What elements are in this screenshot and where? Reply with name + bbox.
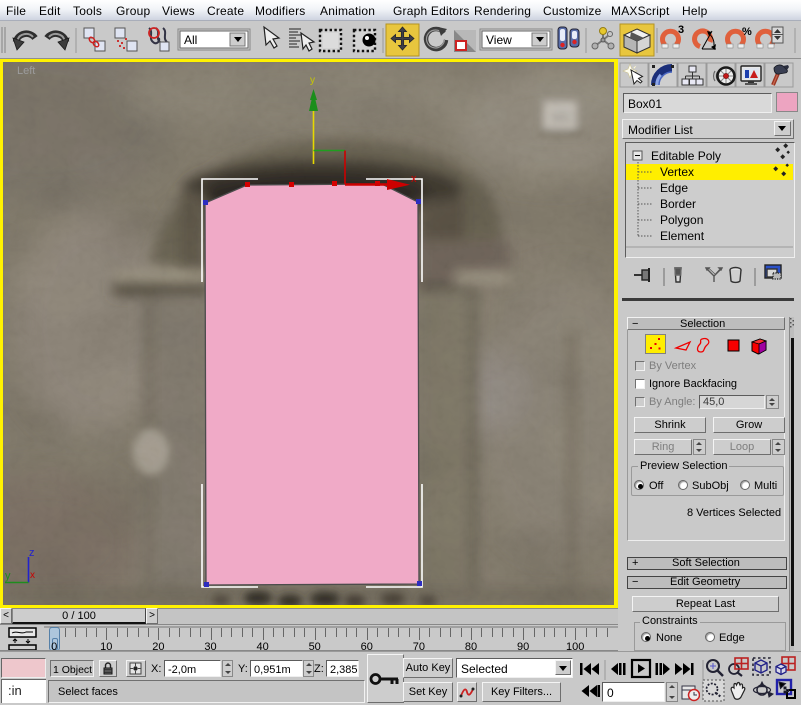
svg-text:z: z [29, 547, 35, 559]
svg-text:y: y [310, 75, 315, 86]
svg-text:x: x [411, 173, 417, 185]
svg-text:y: y [5, 570, 11, 582]
svg-text:Border: Border [660, 197, 696, 211]
svg-text:Editable Poly: Editable Poly [651, 149, 721, 163]
svg-text:View: View [486, 33, 512, 47]
svg-text:Polygon: Polygon [660, 213, 703, 227]
svg-text:Vertex: Vertex [660, 165, 694, 179]
svg-text:Edge: Edge [660, 181, 688, 195]
svg-text:All: All [184, 33, 197, 47]
svg-text:3: 3 [678, 24, 684, 36]
svg-text:x: x [30, 570, 35, 581]
svg-text:%: % [742, 26, 752, 38]
svg-text:Element: Element [660, 229, 705, 243]
